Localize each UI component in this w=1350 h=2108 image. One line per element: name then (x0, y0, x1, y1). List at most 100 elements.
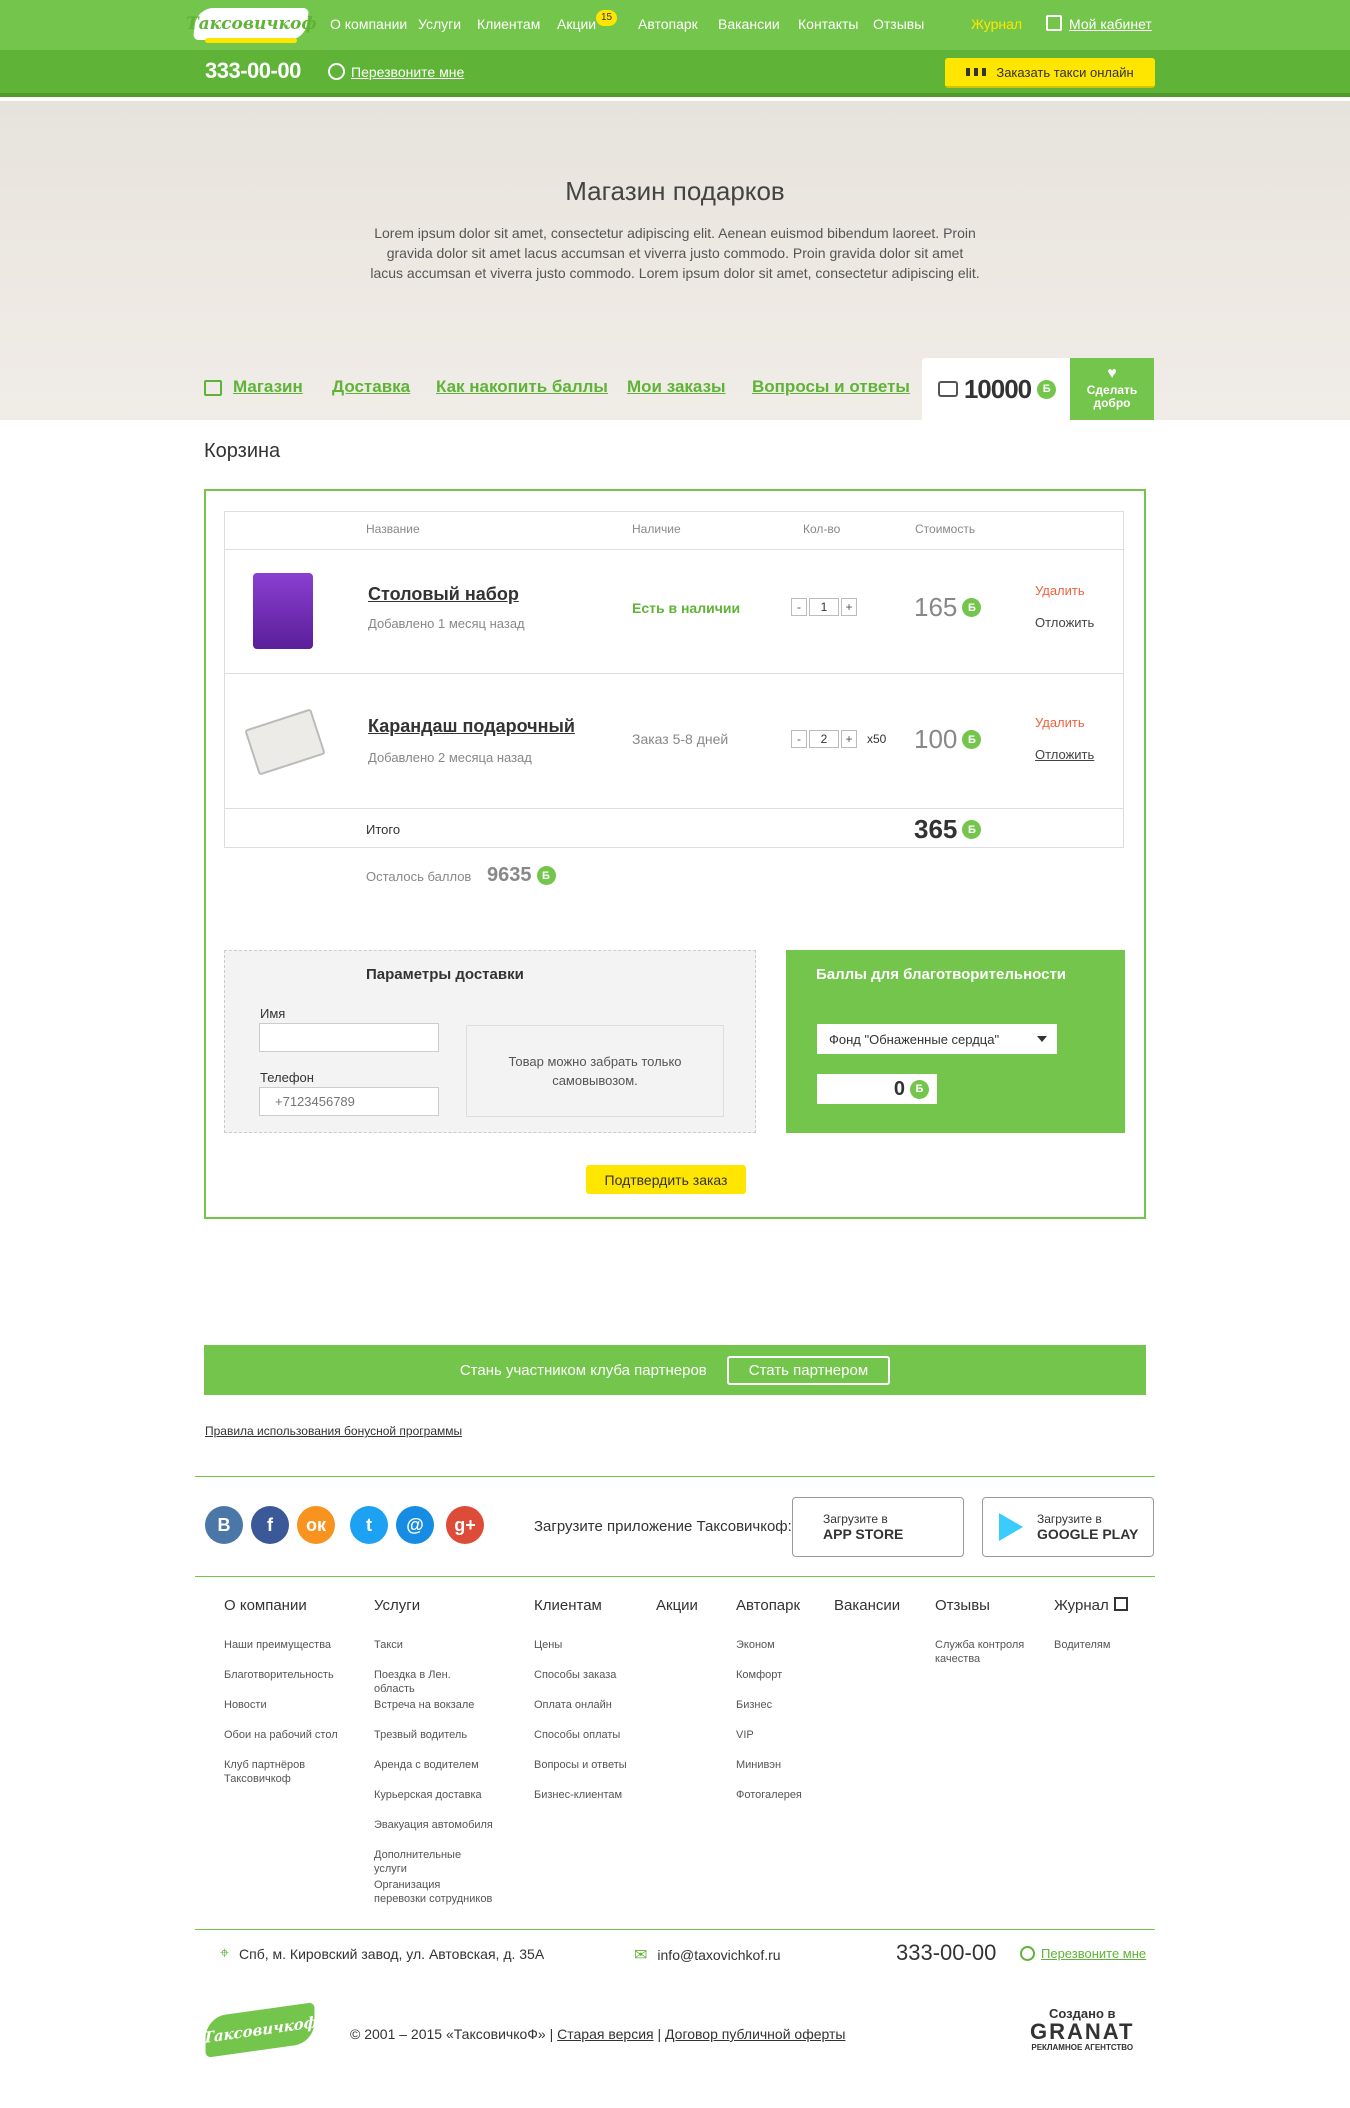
postpone-link[interactable]: Отложить (1035, 615, 1094, 630)
offer-link[interactable]: Договор публичной оферты (665, 2026, 845, 2042)
footer-link[interactable]: Вопросы и ответы (534, 1758, 654, 1772)
qty-input[interactable]: 1 (809, 598, 839, 616)
appstore-button[interactable]: Загрузите в APP STORE (792, 1497, 964, 1557)
footer-link[interactable]: Обои на рабочий стол (224, 1728, 344, 1742)
footer-link[interactable]: Бизнес-клиентам (534, 1788, 654, 1802)
old-version-link[interactable]: Старая версия (557, 2026, 653, 2042)
footer-link[interactable]: Фотогалерея (736, 1788, 856, 1802)
footer-link[interactable]: Способы оплаты (534, 1728, 654, 1742)
footer-link[interactable]: Организация перевозки сотрудников (374, 1878, 494, 1906)
delete-link[interactable]: Удалить (1035, 583, 1085, 598)
nav-item-fleet[interactable]: Автопарк (638, 16, 698, 32)
footer-link[interactable]: Курьерская доставка (374, 1788, 494, 1802)
rules-link[interactable]: Правила использования бонусной программы (205, 1424, 462, 1438)
footer-link[interactable]: Минивэн (736, 1758, 856, 1772)
footer-heading[interactable]: Услуги (374, 1597, 420, 1614)
qty-minus-button[interactable]: - (791, 730, 807, 748)
cabinet-link[interactable]: Мой кабинет (1069, 16, 1152, 32)
vk-icon[interactable]: В (205, 1506, 243, 1544)
subnav-faq[interactable]: Вопросы и ответы (752, 377, 910, 397)
footer-link[interactable]: Встреча на вокзале (374, 1698, 494, 1712)
delete-link[interactable]: Удалить (1035, 715, 1085, 730)
nav-item-jobs[interactable]: Вакансии (718, 16, 780, 32)
subnav-delivery[interactable]: Доставка (332, 377, 410, 397)
quantity-stepper: - 1 + (791, 598, 857, 616)
footer-link[interactable]: Благотворительность (224, 1668, 344, 1682)
footer-link[interactable]: Новости (224, 1698, 344, 1712)
phone-input[interactable] (259, 1087, 439, 1116)
footer-heading[interactable]: О компании (224, 1597, 307, 1614)
facebook-icon[interactable]: f (251, 1506, 289, 1544)
remaining-points: 9635 Б (487, 864, 556, 887)
qty-plus-button[interactable]: + (841, 598, 857, 616)
fund-select[interactable]: Фонд "Обнаженные сердца" (817, 1024, 1057, 1054)
app-label: Загрузите приложение Таксовичкоф: (534, 1518, 792, 1535)
footer-link[interactable]: Аренда с водителем (374, 1758, 494, 1772)
footer-link[interactable]: VIP (736, 1728, 856, 1742)
footer-link[interactable]: Бизнес (736, 1698, 856, 1712)
footer-heading[interactable]: Вакансии (834, 1597, 900, 1614)
product-name[interactable]: Карандаш подарочный (368, 716, 575, 737)
footer-link[interactable]: Оплата онлайн (534, 1698, 654, 1712)
email-text: info@taxovichkof.ru (657, 1947, 781, 1963)
name-input[interactable] (259, 1023, 439, 1052)
footer-link[interactable]: Эконом (736, 1638, 856, 1652)
qty-plus-button[interactable]: + (841, 730, 857, 748)
footer-link[interactable]: Способы заказа (534, 1668, 654, 1682)
currency-badge: Б (910, 1079, 929, 1099)
odnoklassniki-icon[interactable]: ок (297, 1506, 335, 1544)
footer-heading[interactable]: Отзывы (935, 1597, 990, 1614)
good-deed-button[interactable]: ♥ Сделать добро (1070, 358, 1154, 420)
callback-link[interactable]: Перезвоните мне (328, 63, 464, 80)
postpone-link[interactable]: Отложить (1035, 747, 1094, 762)
nav-item-journal[interactable]: Журнал (971, 16, 1022, 32)
footer-link[interactable]: Такси (374, 1638, 494, 1652)
footer-link[interactable]: Цены (534, 1638, 654, 1652)
order-taxi-button[interactable]: Заказать такси онлайн (945, 58, 1155, 88)
footer-callback[interactable]: Перезвоните мне (1020, 1946, 1146, 1961)
footer-logo[interactable]: Таксовичкоф (203, 2002, 317, 2058)
total-label: Итого (366, 822, 401, 837)
footer-email[interactable]: ✉ info@taxovichkof.ru (634, 1945, 781, 1965)
logo[interactable]: Таксовичкоф (186, 8, 316, 40)
mail-icon[interactable]: @ (396, 1506, 434, 1544)
footer-link[interactable]: Трезвый водитель (374, 1728, 494, 1742)
footer-link[interactable]: Клуб партнёров Таксовичкоф (224, 1758, 344, 1786)
footer-link[interactable]: Служба контроля качества (935, 1638, 1055, 1666)
footer-link[interactable]: Комфорт (736, 1668, 856, 1682)
footer-heading[interactable]: Акции (656, 1597, 698, 1614)
currency-badge: Б (962, 730, 982, 749)
nav-item-promo[interactable]: Акции (557, 16, 596, 32)
footer-link[interactable]: Дополнительные услуги (374, 1848, 494, 1876)
footer-heading[interactable]: Автопарк (736, 1597, 800, 1614)
footer-link[interactable]: Поездка в Лен. область (374, 1668, 494, 1696)
qty-minus-button[interactable]: - (791, 598, 807, 616)
footer-link[interactable]: Наши преимущества (224, 1638, 344, 1652)
footer-heading[interactable]: Журнал (1054, 1597, 1109, 1614)
nav-item-reviews[interactable]: Отзывы (873, 16, 924, 32)
play-icon (999, 1513, 1023, 1541)
googleplay-button[interactable]: Загрузите в GOOGLE PLAY (982, 1497, 1154, 1557)
subnav-shop[interactable]: Магазин (233, 377, 303, 397)
subnav-my-orders[interactable]: Мои заказы (627, 377, 726, 397)
phone-circle-icon (1020, 1946, 1035, 1961)
twitter-icon[interactable]: t (350, 1506, 388, 1544)
balance-value: 10000 (963, 373, 1032, 404)
stock-status: Есть в наличии (632, 600, 741, 616)
nav-item-clients[interactable]: Клиентам (477, 16, 540, 32)
nav-item-contacts[interactable]: Контакты (798, 16, 858, 32)
product-image-cutlery[interactable] (253, 573, 313, 649)
nav-item-about[interactable]: О компании (330, 16, 407, 32)
qty-input[interactable]: 2 (809, 730, 839, 748)
footer-link[interactable]: Водителям (1054, 1638, 1174, 1652)
google-plus-icon[interactable]: g+ (446, 1506, 484, 1544)
charity-amount-input[interactable]: 0Б (817, 1074, 937, 1104)
nav-item-services[interactable]: Услуги (418, 16, 461, 32)
become-partner-button[interactable]: Стать партнером (726, 1355, 891, 1385)
subnav-earn-points[interactable]: Как накопить баллы (436, 377, 608, 397)
confirm-order-button[interactable]: Подтвердить заказ (586, 1165, 746, 1194)
footer-heading[interactable]: Клиентам (534, 1597, 602, 1614)
product-name[interactable]: Столовый набор (368, 584, 519, 605)
agency-credit[interactable]: Создано в GRANAT РЕКЛАМНОЕ АГЕНТСТВО (1030, 2006, 1134, 2052)
footer-link[interactable]: Эвакуация автомобиля (374, 1818, 494, 1832)
